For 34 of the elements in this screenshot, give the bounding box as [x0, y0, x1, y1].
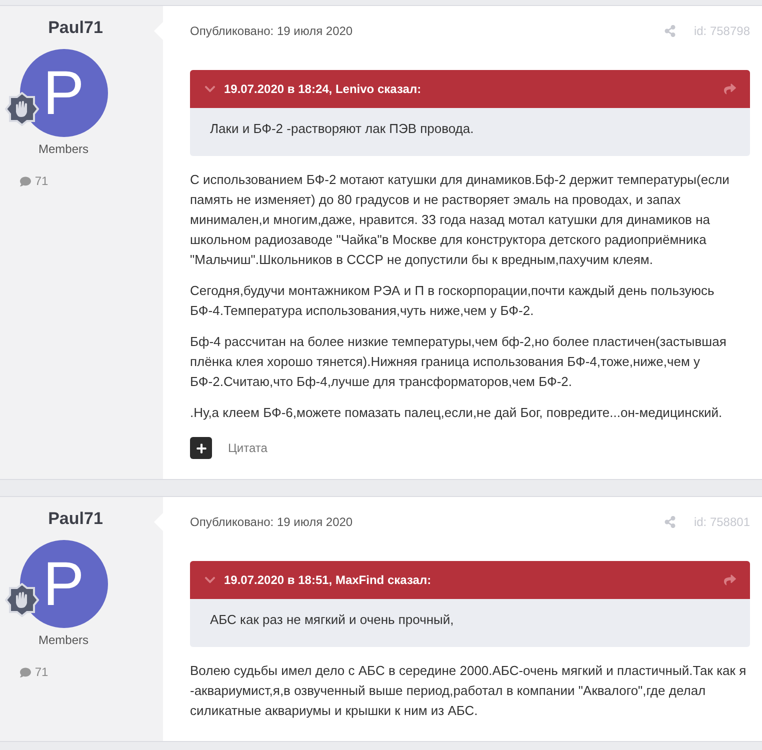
comment-icon: [20, 666, 31, 678]
rank-badge-icon: [4, 92, 38, 126]
plus-icon: [196, 442, 206, 454]
multiquote-button[interactable]: [190, 437, 212, 459]
quote-link[interactable]: Цитата: [228, 441, 268, 455]
post-paragraph: Волею судьбы имел дело с АБС в середине 2000.АБС-очень мягкий и пластичный.Так как я -аквариумист,я,в озвученный выше период,работал в компании "Аквалого",где делал силикатные аквариумы и крышки к ним из АБС.: [190, 662, 748, 720]
author-name[interactable]: Paul71: [48, 509, 103, 529]
comment-icon: [20, 176, 31, 186]
post-id: id: 758801: [694, 515, 750, 529]
author-name[interactable]: Paul71: [48, 18, 103, 38]
post-count: 71: [34, 174, 48, 188]
post-count: 71: [34, 665, 48, 679]
quote-text: АБС как раз не мягкий и очень прочный,: [190, 599, 750, 647]
published-date: Опубликовано: 19 июля 2020: [190, 515, 354, 529]
forward-arrow-icon[interactable]: [724, 574, 736, 586]
chevron-down-icon[interactable]: [204, 83, 216, 95]
post-paragraph: .Ну,а клеем БФ-6,можете помазать палец,если,не дай Бог, повредите...он-медицинский.: [190, 404, 724, 422]
member-group: Members: [38, 142, 88, 156]
chevron-down-icon[interactable]: [204, 574, 216, 586]
post-paragraph: Сегодня,будучи монтажником РЭА и П в госкорпорации,почти каждый день пользуюсь БФ-4.Температура использования,чуть ниже,чем у БФ-2.: [190, 282, 716, 320]
quote-attribution: 19.07.2020 в 18:51, MaxFind сказал:: [224, 573, 432, 587]
post-paragraph: Бф-4 рассчитан на более низкие температуры,чем бф-2,но более пластичен(застывшая плёнка клея хорошо тянется).Нижняя граница использования БФ-4,тоже,ниже,чем у БФ-2.Считаю,что Бф-4,лучше для трансформаторов,чем БФ-2.: [190, 333, 728, 391]
post-id: id: 758798: [694, 24, 750, 38]
avatar[interactable]: P: [20, 540, 108, 628]
avatar[interactable]: P: [20, 49, 108, 137]
member-group: Members: [38, 633, 88, 647]
rank-badge-icon: [4, 583, 38, 617]
forward-arrow-icon[interactable]: [724, 83, 736, 95]
share-icon[interactable]: [664, 516, 676, 528]
quote-attribution: 19.07.2020 в 18:24, Lenivo сказал:: [224, 82, 422, 96]
post-paragraph: С использованием БФ-2 мотают катушки для динамиков.Бф-2 держит температуры(если память не изменяет) до 80 градусов и не растворяет эмаль на проводах, и запах минимален,и многим,даже, нравится. 33 года назад мотал катушки для динамиков на школьном радиозаводе "Чайка"в Москве для конструктора детского радиоприёмника "Мальчиш".Школьников в СССР не допустили бы к вредным,пахучим клеям.: [190, 171, 730, 269]
share-icon[interactable]: [664, 25, 676, 37]
quote-text: Лаки и БФ-2 -растворяют лак ПЭВ провода.: [190, 108, 750, 156]
published-date: Опубликовано: 19 июля 2020: [190, 24, 354, 38]
